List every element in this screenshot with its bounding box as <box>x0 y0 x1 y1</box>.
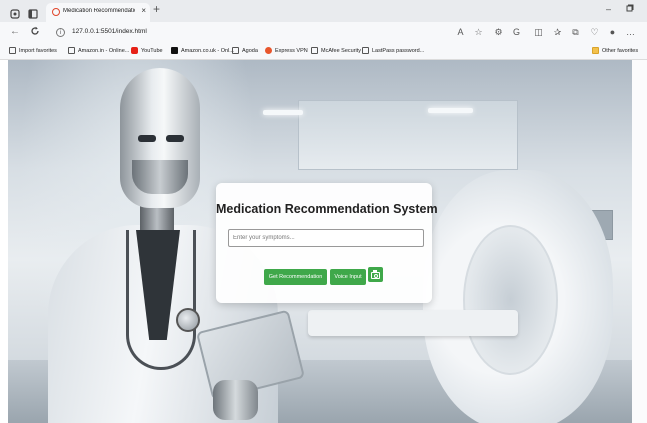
mri-bore <box>463 225 558 375</box>
symptom-input[interactable] <box>228 229 424 247</box>
other-favorites-label: Other favorites <box>602 47 639 54</box>
ceiling-light <box>263 110 303 115</box>
robot-jaw <box>132 160 188 194</box>
amazon-icon <box>171 47 178 54</box>
page-icon <box>362 47 369 54</box>
favorites-icon[interactable]: ✰ <box>552 27 563 38</box>
site-info-icon[interactable]: i <box>56 28 65 37</box>
address-field[interactable]: i 127.0.0.1:5501/index.html <box>48 25 440 41</box>
favorite-label: Express VPN <box>275 47 308 54</box>
stethoscope-head <box>176 308 200 332</box>
profile-avatar-icon[interactable]: ● <box>607 27 618 38</box>
favorite-import[interactable]: Import favorites <box>9 47 57 54</box>
page-icon <box>311 47 318 54</box>
favorite-amazon-uk[interactable]: Amazon.co.uk - Onl... <box>171 47 234 54</box>
site-favicon-icon <box>52 8 60 16</box>
youtube-icon <box>131 47 138 54</box>
favorite-label: LastPass password... <box>372 47 425 54</box>
camera-button[interactable] <box>368 267 383 282</box>
app-title: Medication Recommendation System <box>216 202 438 216</box>
favorite-label: YouTube <box>141 47 163 54</box>
ceiling-light <box>428 108 473 113</box>
browser-essentials-icon[interactable]: ♡ <box>589 27 600 38</box>
mri-bed <box>308 310 518 336</box>
stethoscope <box>126 230 196 370</box>
address-bar-row: ← i 127.0.0.1:5501/index.html A ☆ ⚙ G ◫ … <box>0 22 647 44</box>
page-icon <box>232 47 239 54</box>
favorite-mcafee[interactable]: McAfee Security <box>311 47 361 54</box>
vpn-icon <box>265 47 272 54</box>
back-icon[interactable]: ← <box>10 26 20 37</box>
favorite-youtube[interactable]: YouTube <box>131 47 163 54</box>
tab-title: Medication Recommendation Sy <box>63 8 135 14</box>
other-favorites[interactable]: Other favorites <box>592 47 638 54</box>
tab-strip: Medication Recommendation Sy × + – <box>0 0 647 22</box>
minimize-icon[interactable]: – <box>606 4 611 14</box>
tab-medication[interactable]: Medication Recommendation Sy × <box>46 3 150 22</box>
more-menu-icon[interactable]: … <box>625 27 636 38</box>
read-aloud-icon[interactable]: A <box>455 27 466 38</box>
split-screen-icon[interactable]: ◫ <box>533 27 544 38</box>
favorite-agoda[interactable]: Agoda <box>232 47 258 54</box>
collections-icon[interactable]: ⧉ <box>570 27 581 38</box>
favorite-star-icon[interactable]: ☆ <box>473 27 484 38</box>
close-tab-icon[interactable]: × <box>141 6 146 15</box>
favorites-bar: Import favorites Amazon.in - Online... Y… <box>0 44 647 60</box>
refresh-extension-icon[interactable]: G <box>511 27 522 38</box>
page-icon <box>68 47 75 54</box>
robot-hand <box>213 380 258 420</box>
tab-actions-icon[interactable] <box>28 6 38 19</box>
url-text: 127.0.0.1:5501/index.html <box>72 28 147 35</box>
robot-eye <box>166 135 184 142</box>
voice-input-button[interactable]: Voice Input <box>330 269 366 285</box>
extension-icon[interactable]: ⚙ <box>493 27 504 38</box>
background-window <box>298 100 518 170</box>
robot-eye <box>138 135 156 142</box>
recommendation-card: Medication Recommendation System Get Rec… <box>216 183 438 303</box>
browser-sidebar <box>632 60 647 423</box>
favorite-express-vpn[interactable]: Express VPN <box>265 47 308 54</box>
restore-icon[interactable] <box>626 4 634 14</box>
folder-icon <box>592 47 599 54</box>
favorite-label: McAfee Security <box>321 47 362 54</box>
refresh-icon[interactable] <box>30 26 40 39</box>
new-tab-icon[interactable]: + <box>153 2 160 16</box>
import-icon <box>9 47 16 54</box>
favorite-amazon-in[interactable]: Amazon.in - Online... <box>68 47 129 54</box>
workspaces-icon[interactable] <box>10 6 20 19</box>
favorite-label: Import favorites <box>19 47 57 54</box>
favorite-label: Amazon.co.uk - Onl... <box>181 47 234 54</box>
favorite-lastpass[interactable]: LastPass password... <box>362 47 424 54</box>
favorite-label: Agoda <box>242 47 258 54</box>
favorite-label: Amazon.in - Online... <box>78 47 130 54</box>
get-recommendation-button[interactable]: Get Recommendation <box>264 269 327 285</box>
